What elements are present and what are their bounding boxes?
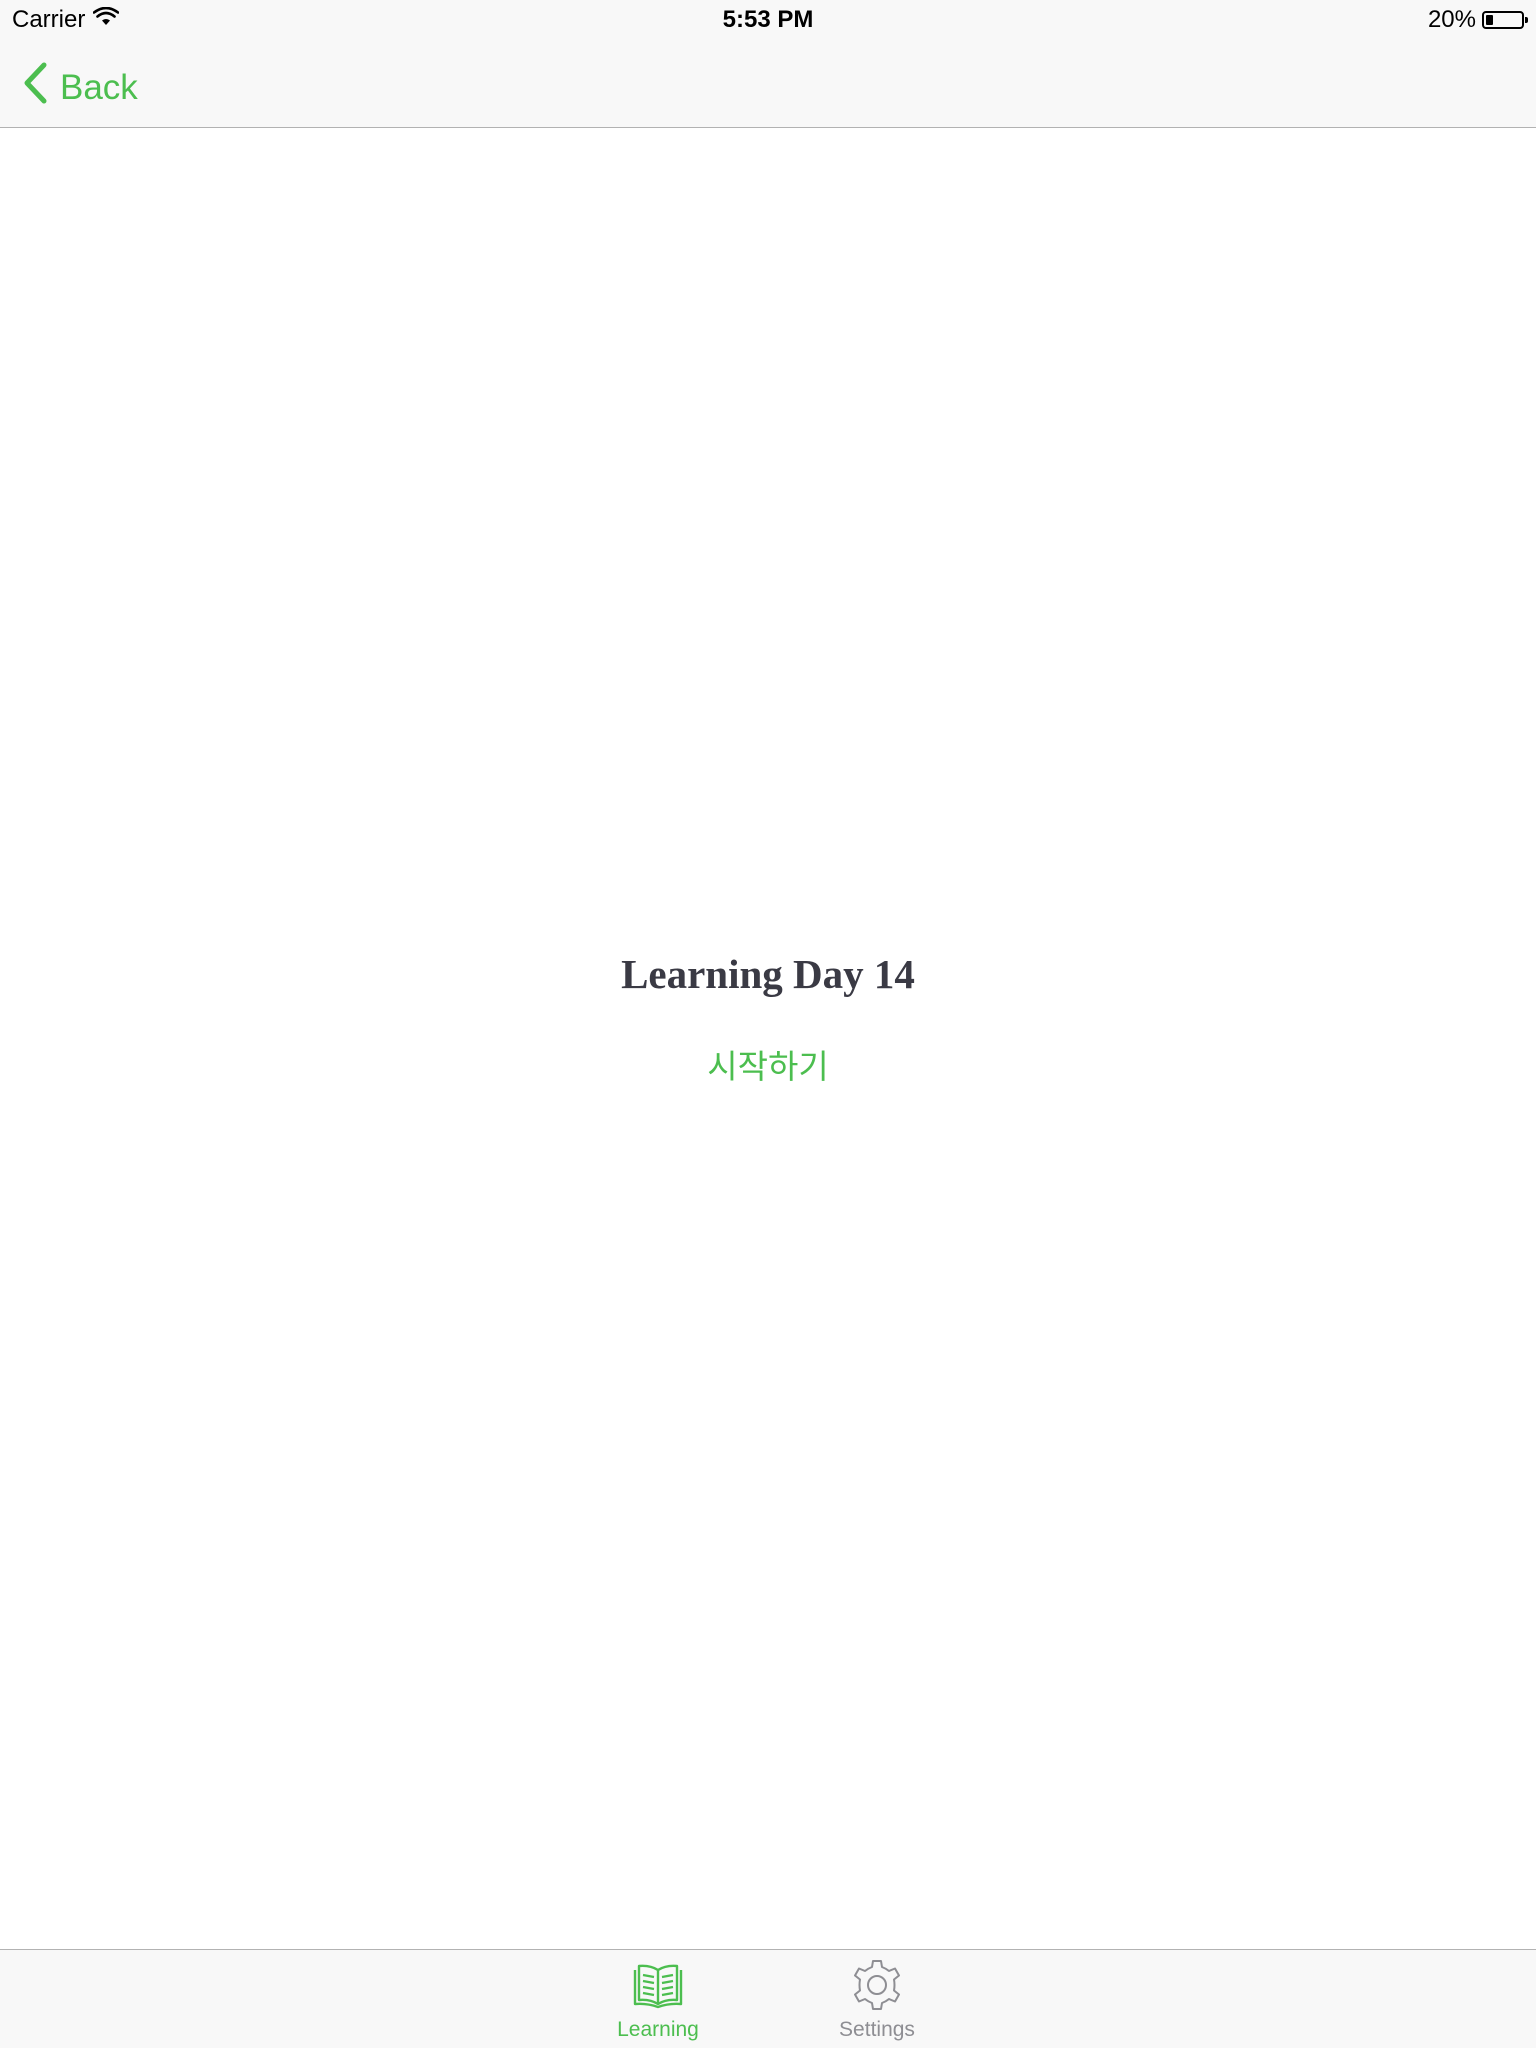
navigation-bar: Back	[0, 40, 1536, 128]
status-time: 5:53 PM	[722, 6, 814, 33]
tab-settings-label: Settings	[839, 2018, 915, 2041]
page-title: Learning Day 14	[621, 951, 915, 997]
tab-settings[interactable]: Settings	[797, 1958, 957, 2042]
battery-icon	[1482, 11, 1528, 29]
back-label: Back	[60, 67, 138, 107]
tab-learning[interactable]: Learning	[578, 1958, 738, 2042]
battery-level	[1486, 15, 1493, 25]
battery-cap	[1525, 17, 1528, 23]
book-icon	[631, 1958, 685, 2012]
app-screen: Carrier 5:53 PM 20% Back Learning Day 14…	[0, 0, 1536, 2048]
status-bar: Carrier 5:53 PM 20%	[0, 0, 1536, 40]
chevron-left-icon	[22, 62, 48, 113]
start-button-container: 시작하기	[0, 1036, 1536, 1092]
status-right: 20%	[1427, 6, 1528, 34]
battery-percent: 20%	[1427, 6, 1476, 33]
tab-learning-label: Learning	[617, 2018, 699, 2041]
tab-bar: Learning Settings	[0, 1949, 1536, 2048]
back-button[interactable]: Back	[22, 62, 138, 113]
gear-icon	[850, 1958, 904, 2012]
start-button[interactable]: 시작하기	[697, 1036, 838, 1092]
